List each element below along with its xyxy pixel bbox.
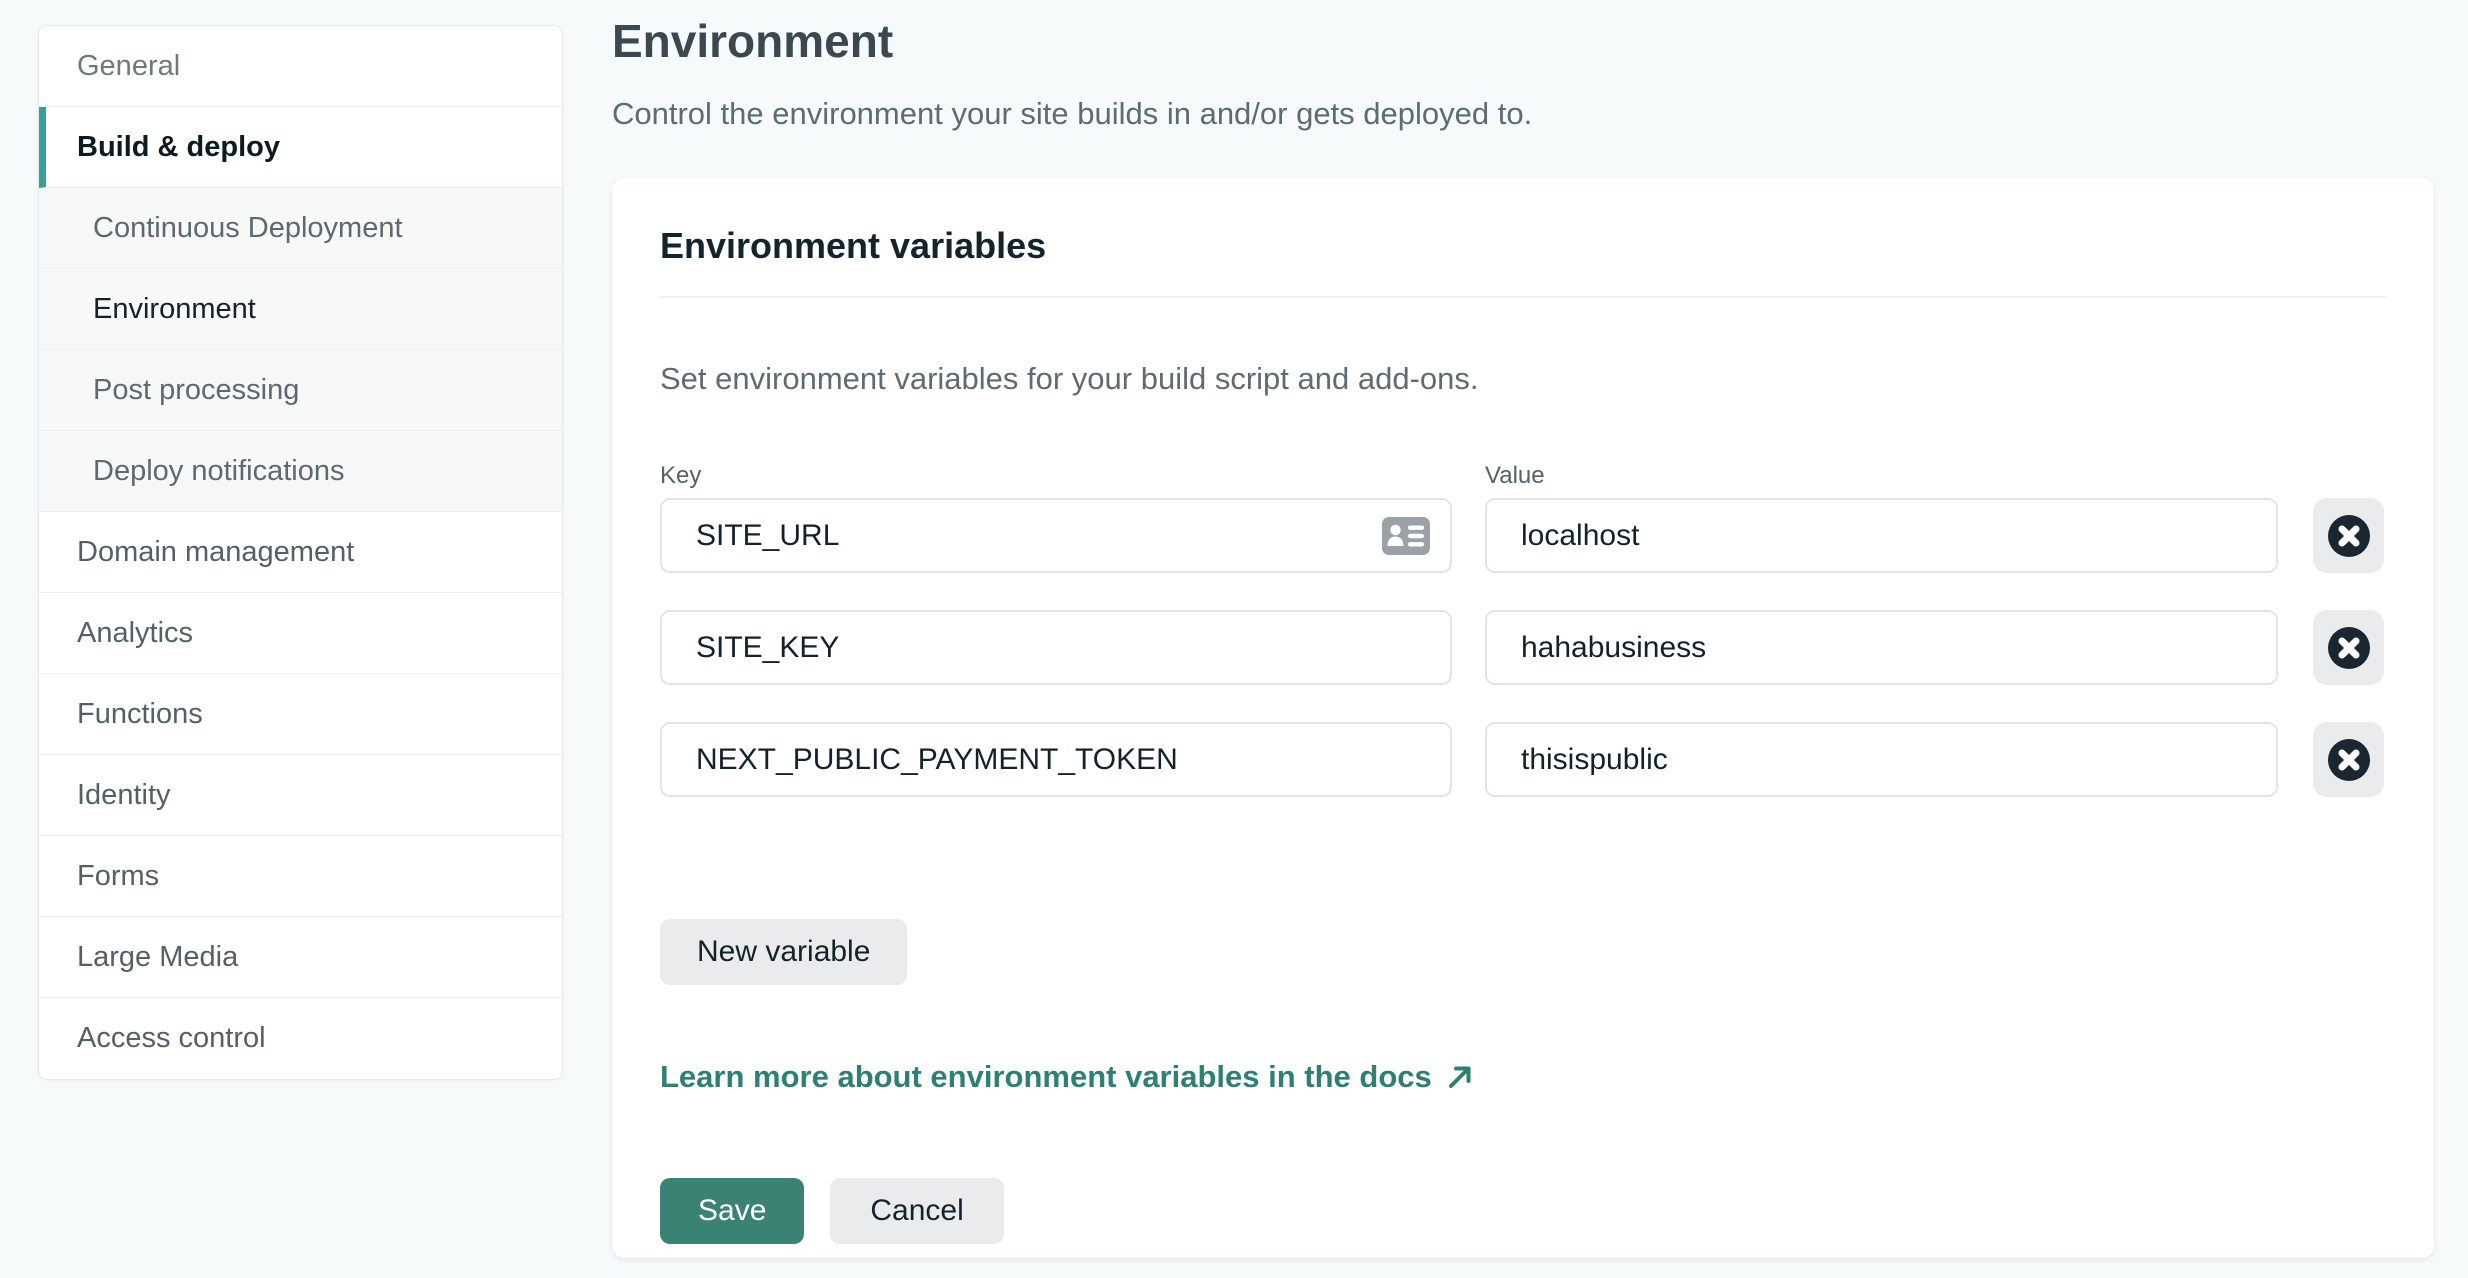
sidebar-item-label: General [77, 49, 181, 82]
cancel-button[interactable]: Cancel [830, 1178, 1004, 1244]
key-column-label: Key [660, 462, 702, 489]
sidebar-item-access-control[interactable]: Access control [39, 998, 562, 1079]
env-key-input[interactable] [660, 498, 1452, 573]
env-value-input[interactable] [1485, 610, 2278, 685]
page-header: Environment Control the environment your… [612, 14, 2434, 133]
save-button[interactable]: Save [660, 1178, 805, 1244]
circle-x-icon [2327, 738, 2370, 781]
delete-variable-button[interactable] [2313, 610, 2384, 685]
arrow-up-right-icon [1448, 1066, 1471, 1088]
sidebar-item-environment[interactable]: Environment [39, 269, 562, 350]
value-input-wrap [1485, 610, 2278, 685]
env-value-input[interactable] [1485, 722, 2278, 797]
key-input-wrap [660, 498, 1452, 573]
sidebar-item-large-media[interactable]: Large Media [39, 917, 562, 998]
sidebar-item-label: Environment [93, 292, 256, 325]
value-input-wrap [1485, 498, 2278, 573]
circle-x-icon [2327, 514, 2370, 557]
env-value-input[interactable] [1485, 498, 2278, 573]
docs-link-label: Learn more about environment variables i… [660, 1059, 1432, 1094]
card-divider [660, 296, 2386, 298]
sidebar-item-label: Deploy notifications [93, 454, 345, 487]
sidebar-item-label: Large Media [77, 940, 239, 973]
sidebar-item-label: Build & deploy [77, 130, 280, 163]
key-input-wrap [660, 722, 1452, 797]
key-input-wrap [660, 610, 1452, 685]
sidebar-item-deploy-notifications[interactable]: Deploy notifications [39, 431, 562, 512]
card-description: Set environment variables for your build… [660, 361, 1479, 396]
sidebar-item-label: Forms [77, 859, 160, 892]
value-input-wrap [1485, 722, 2278, 797]
value-column-label: Value [1485, 462, 1545, 489]
sidebar-item-label: Access control [77, 1022, 266, 1054]
delete-variable-button[interactable] [2313, 722, 2384, 797]
env-var-row [660, 722, 2386, 797]
circle-x-icon [2327, 626, 2370, 669]
sidebar-item-general[interactable]: General [39, 26, 562, 107]
sidebar-item-label: Identity [77, 778, 171, 811]
sidebar-item-continuous-deployment[interactable]: Continuous Deployment [39, 188, 562, 269]
form-actions: Save Cancel [660, 1178, 2386, 1244]
sidebar-item-label: Functions [77, 697, 203, 730]
sidebar-item-analytics[interactable]: Analytics [39, 593, 562, 674]
sidebar-item-identity[interactable]: Identity [39, 755, 562, 836]
env-key-input[interactable] [660, 722, 1452, 797]
sidebar-item-post-processing[interactable]: Post processing [39, 350, 562, 431]
card-heading: Environment variables [660, 225, 1047, 266]
new-variable-button[interactable]: New variable [660, 919, 908, 985]
docs-link[interactable]: Learn more about environment variables i… [660, 1058, 1474, 1096]
sidebar-item-label: Domain management [77, 535, 355, 568]
sidebar-item-forms[interactable]: Forms [39, 836, 562, 917]
sidebar-item-label: Continuous Deployment [93, 211, 403, 244]
environment-variables-card: Environment variables Set environment va… [612, 178, 2434, 1258]
delete-variable-button[interactable] [2313, 498, 2384, 573]
page-subtitle: Control the environment your site builds… [612, 96, 1533, 131]
env-var-row [660, 610, 2386, 685]
sidebar-item-label: Post processing [93, 373, 300, 406]
field-labels-row: Key Value [660, 462, 2386, 490]
sidebar-item-functions[interactable]: Functions [39, 674, 562, 755]
sidebar-item-domain-management[interactable]: Domain management [39, 512, 562, 593]
page-title: Environment [612, 15, 894, 67]
sidebar-item-build-and-deploy[interactable]: Build & deploy [39, 107, 562, 188]
sidebar-item-label: Analytics [77, 616, 194, 649]
settings-sidebar: General Build & deploy Continuous Deploy… [38, 25, 563, 1080]
env-key-input[interactable] [660, 610, 1452, 685]
env-var-row [660, 498, 2386, 573]
